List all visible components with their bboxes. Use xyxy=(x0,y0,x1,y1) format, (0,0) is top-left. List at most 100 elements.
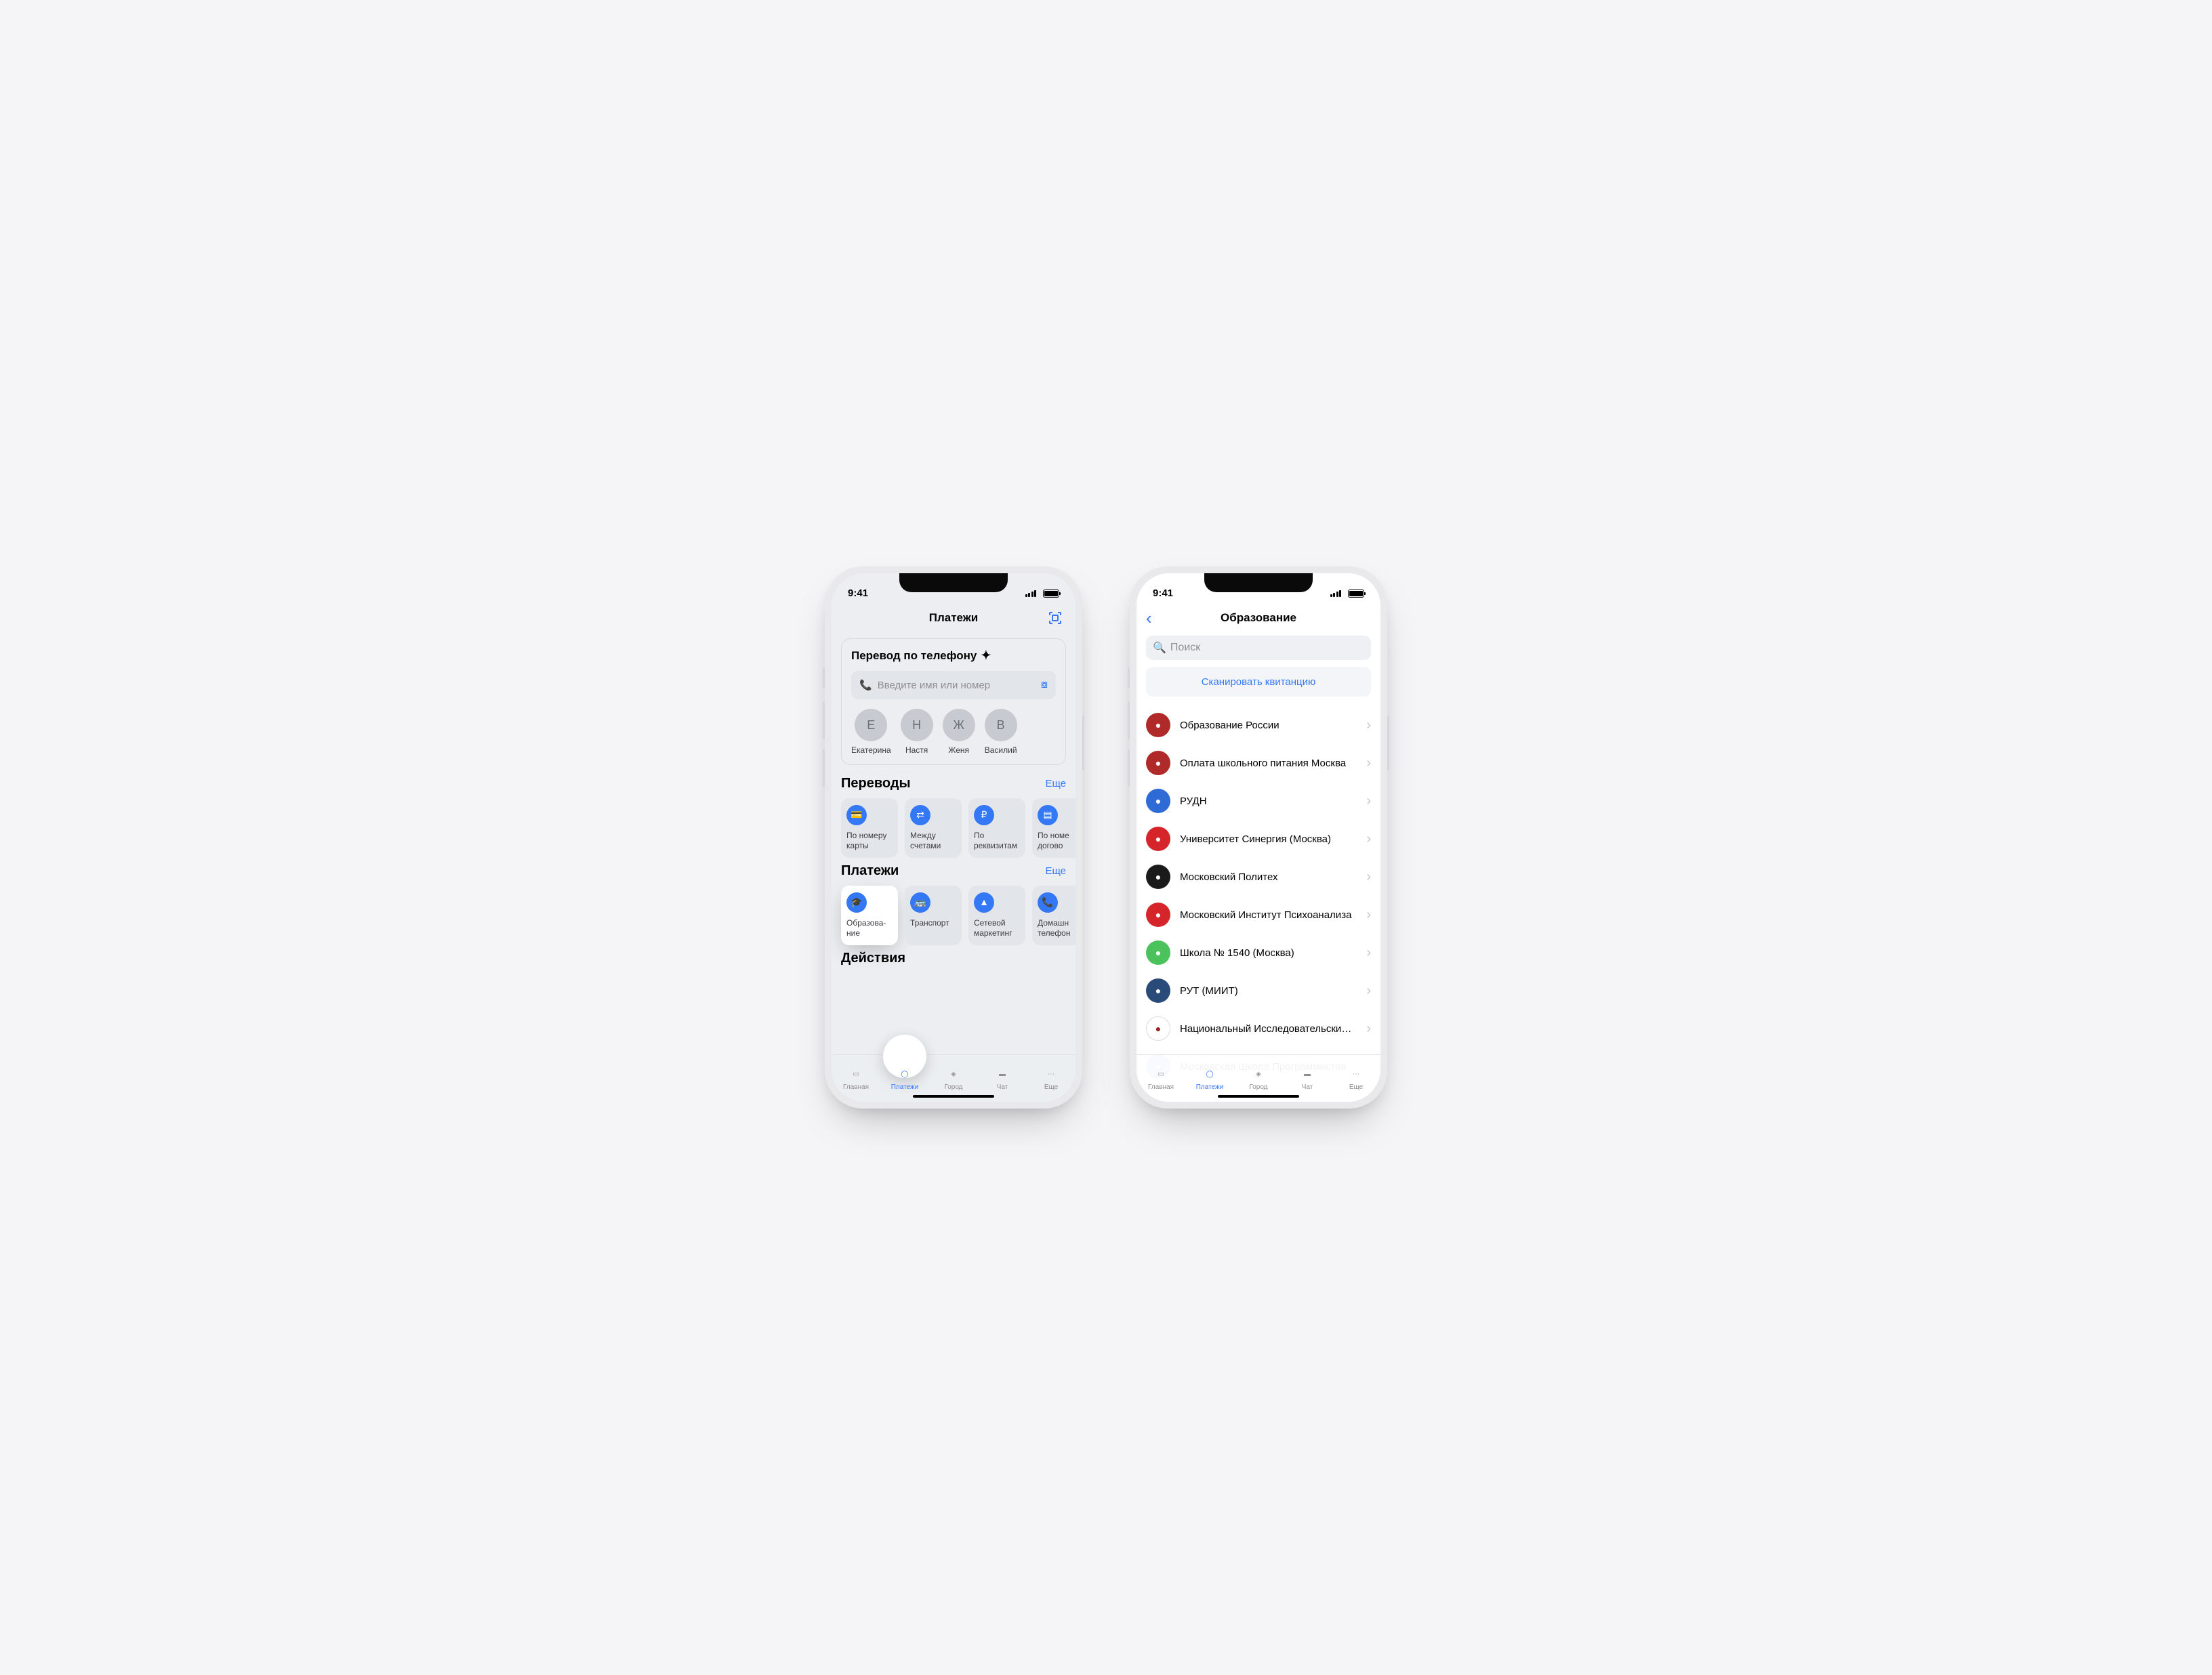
transfer-tile[interactable]: ▤По номе догово xyxy=(1032,798,1076,858)
list-item[interactable]: ● РУТ (МИИТ) › xyxy=(1136,972,1380,1010)
chevron-right-icon: › xyxy=(1366,907,1371,923)
payment-tile[interactable]: 🚌Транспорт xyxy=(905,886,962,945)
list-item[interactable]: ● Национальный Исследовательский Универси… xyxy=(1136,1010,1380,1048)
payments-icon: ◯ xyxy=(897,1066,913,1082)
contact-name: Василий xyxy=(985,745,1017,755)
contact-name: Настя xyxy=(905,745,928,755)
chevron-right-icon: › xyxy=(1366,756,1371,771)
contacts-row: ЕЕкатерина ННастя ЖЖеня В Василий xyxy=(851,709,1056,755)
org-name: РУТ (МИИТ) xyxy=(1180,985,1357,997)
org-name: Национальный Исследовательский Университ… xyxy=(1180,1023,1357,1035)
more-link[interactable]: Еще xyxy=(1045,778,1066,789)
list-item[interactable]: ●Оплата школьного питания Москва› xyxy=(1136,744,1380,782)
home-indicator[interactable] xyxy=(1218,1095,1299,1098)
card-icon: 💳 xyxy=(846,805,867,825)
page-title: Образование xyxy=(1221,611,1296,625)
tile-label: Домашн телефон xyxy=(1038,918,1071,938)
payments-icon: ◯ xyxy=(1202,1066,1218,1082)
payment-tile[interactable]: 📞 Домашн телефон xyxy=(1032,886,1076,945)
avatar: В xyxy=(985,709,1017,741)
org-icon: ● xyxy=(1146,713,1170,737)
org-name: РУДН xyxy=(1180,795,1357,807)
contact-item[interactable]: В Василий xyxy=(985,709,1017,755)
list-item[interactable]: ●Университет Синергия (Москва)› xyxy=(1136,820,1380,858)
phone-input[interactable]: 📞Введите имя или номер ⧇ xyxy=(851,671,1056,699)
tab-more[interactable]: ⋯Еще xyxy=(1332,1055,1380,1102)
more-icon: ⋯ xyxy=(1348,1066,1364,1082)
tab-label: Город xyxy=(1249,1083,1267,1091)
sbp-icon: ✦ xyxy=(981,648,991,663)
chevron-right-icon: › xyxy=(1366,983,1371,999)
actions-section: Действия xyxy=(832,945,1076,966)
header: Платежи xyxy=(832,603,1076,633)
org-icon: ● xyxy=(1146,865,1170,889)
contact-item[interactable]: ЖЖеня xyxy=(943,709,975,755)
more-link[interactable]: Еще xyxy=(1045,865,1066,877)
tile-label: По номеру карты xyxy=(846,831,886,850)
home-icon: ▭ xyxy=(848,1066,864,1082)
education-icon: 🎓 xyxy=(846,892,867,913)
network-icon: ▲ xyxy=(974,892,994,913)
tab-label: Платежи xyxy=(1196,1083,1224,1091)
tab-label: Чат xyxy=(997,1083,1008,1091)
search-input[interactable]: 🔍 Поиск xyxy=(1146,636,1371,660)
card-scan-icon[interactable]: ⧇ xyxy=(1041,679,1048,691)
list-item[interactable]: ●Московский Политех› xyxy=(1136,858,1380,896)
section-title: Действия xyxy=(841,951,905,966)
tab-label: Платежи xyxy=(891,1083,919,1091)
page-title: Платежи xyxy=(929,611,979,625)
notch xyxy=(899,573,1008,592)
phone-education: 9:41 ‹ Образование 🔍 Поиск Сканировать к… xyxy=(1130,566,1387,1109)
battery-icon xyxy=(1043,590,1059,598)
tab-label: Еще xyxy=(1044,1083,1058,1091)
transfer-tile[interactable]: 💳 По номеру карты xyxy=(841,798,898,858)
chevron-right-icon: › xyxy=(1366,793,1371,809)
org-name: Университет Синергия (Москва) xyxy=(1180,833,1357,845)
tile-label: Образова- ние xyxy=(846,918,886,938)
list-item[interactable]: ●Московский Институт Психоанализа› xyxy=(1136,896,1380,934)
list-item[interactable]: ●Образование России› xyxy=(1136,706,1380,744)
search-placeholder: Поиск xyxy=(1170,642,1200,654)
scan-label: Сканировать квитанцию xyxy=(1202,676,1316,688)
phone-icon: 📞 xyxy=(859,679,872,691)
battery-icon xyxy=(1348,590,1364,598)
tab-home[interactable]: ▭Главная xyxy=(832,1055,880,1102)
contact-item[interactable]: ННастя xyxy=(901,709,933,755)
phone-icon: 📞 xyxy=(1038,892,1058,913)
home-icon: ▭ xyxy=(1153,1066,1169,1082)
tab-more[interactable]: ⋯Еще xyxy=(1027,1055,1076,1102)
org-icon: ● xyxy=(1146,978,1170,1003)
card-title: Перевод по телефону xyxy=(851,649,977,663)
chat-icon: ▬ xyxy=(1299,1066,1315,1082)
org-icon: ● xyxy=(1146,1016,1170,1041)
scan-receipt-button[interactable]: Сканировать квитанцию xyxy=(1146,667,1371,697)
tile-label: Транспорт xyxy=(910,918,949,928)
notch xyxy=(1204,573,1313,592)
org-name: Московский Политех xyxy=(1180,871,1357,883)
payment-tile-education[interactable]: 🎓 Образова- ние xyxy=(841,886,898,945)
tile-label: По реквизитам xyxy=(974,831,1017,850)
back-button[interactable]: ‹ xyxy=(1146,609,1152,627)
chevron-right-icon: › xyxy=(1366,945,1371,961)
transfer-tile[interactable]: ⇄Между счетами xyxy=(905,798,962,858)
list-item[interactable]: ●РУДН› xyxy=(1136,782,1380,820)
transfer-tile[interactable]: ₽По реквизитам xyxy=(968,798,1025,858)
org-icon: ● xyxy=(1146,940,1170,965)
org-name: Школа № 1540 (Москва) xyxy=(1180,947,1357,959)
contact-item[interactable]: ЕЕкатерина xyxy=(851,709,891,755)
list-item[interactable]: ● Школа № 1540 (Москва) › xyxy=(1136,934,1380,972)
org-name: Московский Институт Психоанализа xyxy=(1180,909,1357,921)
tile-label: По номе догово xyxy=(1038,831,1069,850)
org-icon: ● xyxy=(1146,751,1170,775)
chevron-right-icon: › xyxy=(1366,1021,1371,1037)
tab-label: Город xyxy=(944,1083,962,1091)
chevron-right-icon: › xyxy=(1366,718,1371,733)
chevron-right-icon: › xyxy=(1366,831,1371,847)
tab-home[interactable]: ▭Главная xyxy=(1136,1055,1185,1102)
tab-label: Главная xyxy=(1148,1083,1174,1091)
payment-tile[interactable]: ▲Сетевой маркетинг xyxy=(968,886,1025,945)
qr-scan-icon[interactable] xyxy=(1047,610,1063,626)
search-icon: 🔍 xyxy=(1153,641,1166,655)
phone-payments: 9:41 Платежи Перевод по телефону✦ 📞Введи… xyxy=(825,566,1082,1109)
home-indicator[interactable] xyxy=(913,1095,994,1098)
